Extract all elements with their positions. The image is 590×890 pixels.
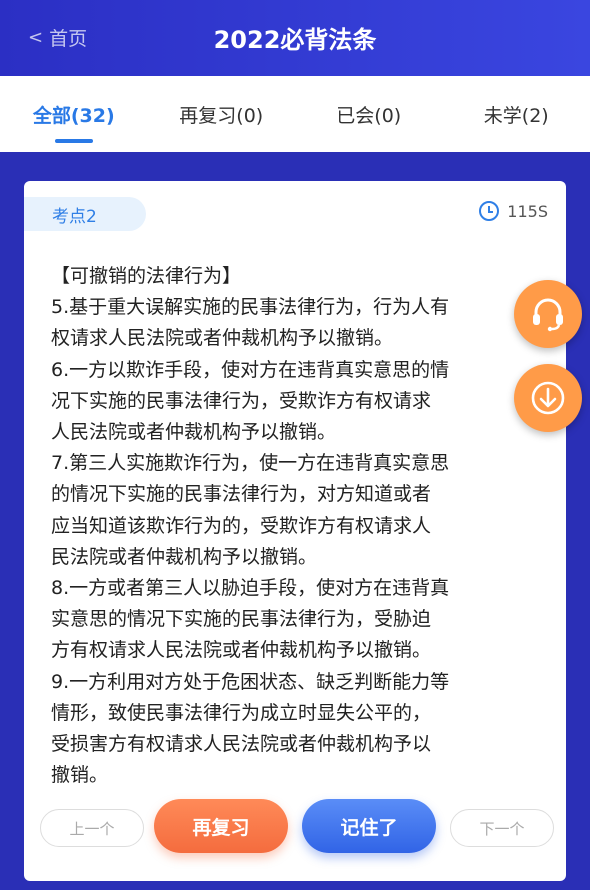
- content-line: 5.基于重大误解实施的民事法律行为，行为人有: [51, 296, 450, 319]
- active-tab-indicator: [54, 139, 93, 143]
- content-line: 7.第三人实施欺诈行为，使一方在违背真实意思: [51, 452, 450, 475]
- customer-service-button[interactable]: [514, 280, 582, 348]
- content-line: 9.一方利用对方处于危困状态、缺乏判断能力等: [51, 670, 450, 693]
- page-title: 2022必背法条: [213, 26, 377, 54]
- next-button[interactable]: 下一个: [450, 809, 554, 847]
- tab-label: 未学(2): [483, 104, 549, 127]
- tab-learned[interactable]: 已会(0): [295, 76, 443, 152]
- timer-value: 115S: [507, 201, 548, 221]
- topic-tag: 考点2: [24, 197, 146, 231]
- tab-all[interactable]: 全部(32): [0, 76, 148, 152]
- clock-icon: [479, 201, 500, 221]
- download-icon: [531, 381, 565, 415]
- content-line: 【可撤销的法律行为】: [51, 265, 242, 287]
- content-line: 人民法院或者仲裁机构予以撤销。: [51, 421, 337, 444]
- content-line: 的情况下实施的民事法律行为，对方知道或者: [51, 483, 432, 506]
- content-line: 方有权请求人民法院或者仲裁机构予以撤销。: [51, 639, 432, 662]
- content-line: 情形，致使民事法律行为成立时显失公平的，: [51, 701, 432, 724]
- content-line: 撤销。: [51, 764, 109, 787]
- headset-icon: [533, 298, 563, 332]
- content-line: 民法院或者仲裁机构予以撤销。: [51, 545, 318, 568]
- remembered-button[interactable]: 记住了: [302, 799, 436, 853]
- content-line: 实意思的情况下实施的民事法律行为，受胁迫: [51, 608, 432, 631]
- download-button[interactable]: [514, 364, 582, 432]
- content-line: 受损害方有权请求人民法院或者仲裁机构予以: [51, 733, 432, 756]
- tab-unlearned[interactable]: 未学(2): [443, 76, 590, 152]
- content-line: 况下实施的民事法律行为，受欺诈方有权请求: [51, 389, 432, 412]
- tab-review[interactable]: 再复习(0): [148, 76, 296, 152]
- review-again-button[interactable]: 再复习: [154, 799, 288, 853]
- content-line: 8.一方或者第三人以胁迫手段，使对方在违背真: [51, 577, 450, 600]
- law-content: 【可撤销的法律行为】 5.基于重大误解实施的民事法律行为，行为人有 权请求人民法…: [51, 261, 543, 791]
- law-card: 考点2 115S 【可撤销的法律行为】 5.基于重大误解实施的民事法律行为，行为…: [24, 181, 566, 881]
- timer: 115S: [479, 201, 548, 221]
- tab-label: 再复习(0): [179, 104, 264, 127]
- content-line: 6.一方以欺诈手段，使对方在违背真实意思的情: [51, 358, 450, 381]
- prev-button[interactable]: 上一个: [40, 809, 144, 847]
- app-header: < 首页 2022必背法条: [0, 0, 590, 76]
- content-line: 应当知道该欺诈行为的，受欺诈方有权请求人: [51, 514, 432, 537]
- tab-label: 已会(0): [336, 104, 402, 127]
- content-line: 权请求人民法院或者仲裁机构予以撤销。: [51, 327, 394, 350]
- filter-tabs: 全部(32) 再复习(0) 已会(0) 未学(2): [0, 76, 590, 152]
- tab-label: 全部(32): [32, 104, 115, 127]
